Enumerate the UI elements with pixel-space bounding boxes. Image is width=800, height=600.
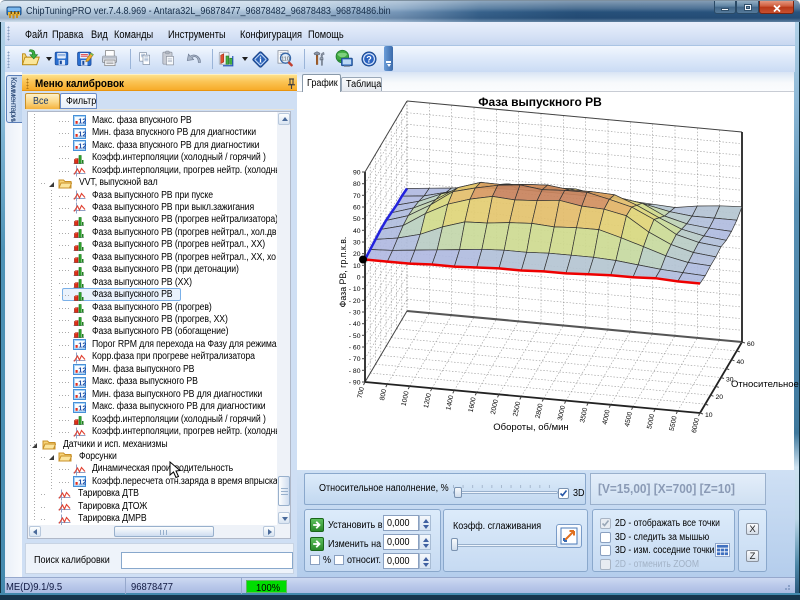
- svg-text:6000: 6000: [691, 417, 701, 433]
- svg-text:10: 10: [705, 412, 713, 419]
- svg-text:- 10: - 10: [349, 286, 361, 293]
- svg-text:700: 700: [357, 386, 366, 399]
- svg-text:60: 60: [353, 205, 361, 212]
- svg-text:60: 60: [747, 341, 755, 348]
- svg-text:0: 0: [357, 275, 361, 282]
- svg-text:3500: 3500: [579, 407, 589, 423]
- svg-text:1600: 1600: [468, 397, 478, 413]
- svg-text:1200: 1200: [423, 392, 433, 408]
- svg-text:4000: 4000: [602, 409, 612, 425]
- svg-text:1400: 1400: [445, 395, 455, 411]
- svg-text:4500: 4500: [624, 411, 634, 427]
- svg-text:40: 40: [353, 228, 361, 235]
- svg-text:- 40: - 40: [349, 321, 361, 328]
- svg-text:Относительное н: Относительное н: [731, 379, 800, 390]
- svg-text:- 80: - 80: [349, 368, 361, 375]
- svg-text:90: 90: [353, 170, 361, 177]
- svg-text:- 50: - 50: [349, 333, 361, 340]
- svg-text:- 90: - 90: [349, 380, 361, 387]
- svg-text:5000: 5000: [646, 413, 656, 429]
- svg-text:- 20: - 20: [349, 298, 361, 305]
- svg-text:Обороты, об/мин: Обороты, об/мин: [493, 422, 568, 433]
- svg-text:80: 80: [353, 181, 361, 188]
- svg-text:3000: 3000: [557, 405, 567, 421]
- svg-text:800: 800: [379, 388, 388, 401]
- svg-text:- 60: - 60: [349, 345, 361, 352]
- svg-text:2800: 2800: [535, 403, 545, 419]
- svg-text:- 70: - 70: [349, 356, 361, 363]
- svg-text:20: 20: [353, 251, 361, 258]
- svg-text:20: 20: [716, 394, 724, 401]
- svg-text:Фаза РВ, гр.п.к.в.: Фаза РВ, гр.п.к.в.: [338, 237, 348, 308]
- svg-text:40: 40: [737, 359, 745, 366]
- svg-text:1000: 1000: [401, 390, 411, 406]
- svg-text:- 30: - 30: [349, 310, 361, 317]
- svg-text:10: 10: [353, 263, 361, 270]
- svg-text:2000: 2000: [490, 399, 500, 415]
- svg-text:Фаза выпускного РВ: Фаза выпускного РВ: [478, 95, 602, 109]
- svg-text:50: 50: [353, 216, 361, 223]
- svg-text:70: 70: [353, 193, 361, 200]
- svg-text:30: 30: [353, 240, 361, 247]
- svg-text:2500: 2500: [512, 401, 522, 417]
- svg-text:5500: 5500: [669, 415, 679, 431]
